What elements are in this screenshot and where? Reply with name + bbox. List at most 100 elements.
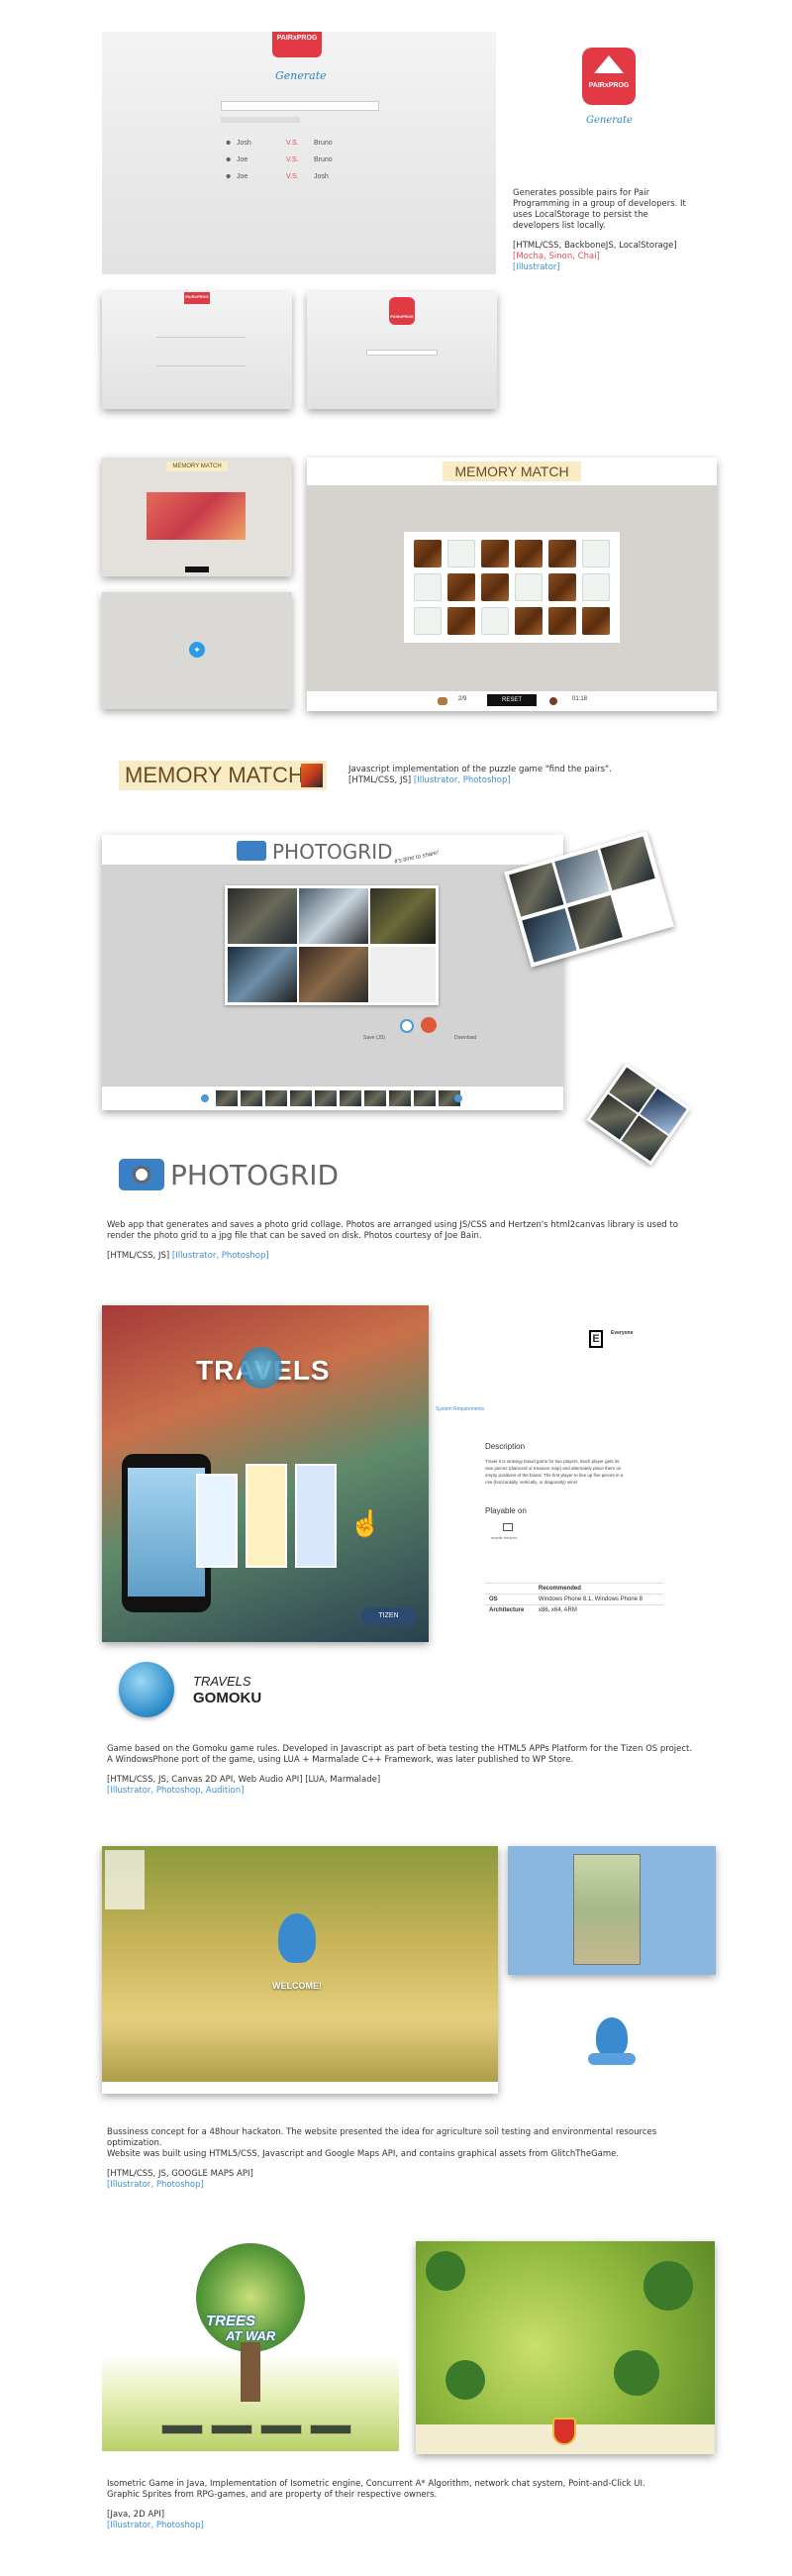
playable-heading: Playable on (485, 1506, 527, 1515)
collage-photo (600, 836, 655, 891)
memory-card[interactable] (481, 540, 509, 567)
next-arrow-icon[interactable] (454, 1094, 462, 1102)
filmstrip-thumb[interactable] (414, 1090, 436, 1106)
reset-button[interactable]: RESET (487, 694, 537, 706)
travels-app-icon (119, 1662, 174, 1717)
tree-sprite (426, 2251, 465, 2291)
travels-title-big: GOMOKU (193, 1690, 262, 1706)
tree-sprite (614, 2350, 659, 2396)
menu-button[interactable] (260, 2424, 302, 2434)
filmstrip-thumb[interactable] (389, 1090, 411, 1106)
travels-globe-icon (241, 1347, 282, 1389)
travels-description: Game based on the Gomoku game rules. Dev… (107, 1744, 693, 1796)
filmstrip-thumb[interactable] (315, 1090, 337, 1106)
pairprog-subtitle: Generate (275, 69, 327, 82)
memory-card[interactable] (582, 607, 610, 635)
memory-score: 2/9 (458, 696, 467, 702)
pairprog-tags (221, 117, 300, 123)
memory-card[interactable] (481, 607, 509, 635)
grid-photo[interactable] (228, 888, 297, 944)
memory-card[interactable] (447, 540, 475, 567)
memory-card[interactable] (548, 573, 576, 601)
menu-button[interactable] (161, 2424, 203, 2434)
memory-board (404, 532, 620, 643)
collage-photo (554, 849, 610, 904)
collage-photo (522, 908, 577, 963)
photogrid-logo-text: PHOTOGRID (170, 1159, 340, 1191)
memory-mini-button[interactable] (185, 567, 209, 572)
memory-card[interactable] (515, 540, 543, 567)
description-heading: Description (485, 1442, 526, 1451)
download-icon-button[interactable] (421, 1017, 437, 1033)
memory-card[interactable] (548, 540, 576, 567)
pair-row: ☻ Joe V.S. Bruno (225, 156, 333, 163)
memory-card[interactable] (447, 573, 475, 601)
photogrid-logo-large: PHOTOGRID (119, 1157, 346, 1192)
agro-description: Bussiness concept for a 48hour hackaton.… (107, 2127, 657, 2190)
menu-button[interactable] (310, 2424, 351, 2434)
device-label: mobile devices (491, 1535, 518, 1540)
memory-card[interactable] (515, 607, 543, 635)
treewar-title-line2: AT WAR (226, 2328, 276, 2343)
tree-trunk (241, 2342, 260, 2402)
grid-photo[interactable] (299, 947, 368, 1002)
agro-screenshot-main: WELCOME! (102, 1846, 498, 2094)
pairprog-emblem-subtitle: Generate (586, 115, 633, 126)
photogrid-filmstrip (102, 1085, 563, 1110)
memory-card[interactable] (481, 573, 509, 601)
treewar-game-screenshot (416, 2241, 715, 2454)
pairprog-screenshot-2: PAIRxPROG (102, 292, 292, 409)
timer-icon (549, 697, 557, 705)
memory-card[interactable] (414, 607, 442, 635)
filmstrip-thumb[interactable] (340, 1090, 361, 1106)
memory-card[interactable] (515, 573, 543, 601)
map-panel[interactable] (573, 1854, 641, 1965)
grid-empty-slot[interactable] (370, 947, 436, 1002)
tree-sprite (644, 2261, 693, 2311)
photogrid-download-label: Download (454, 1035, 477, 1041)
pair-row: ☻ Joe V.S. Josh (225, 173, 329, 180)
pair-row: ☻ Josh V.S. Bruno (225, 140, 333, 147)
pairprog-input-box[interactable] (221, 101, 379, 111)
agro-mascot-icon (278, 1913, 316, 1963)
memory-card[interactable] (414, 573, 442, 601)
prev-arrow-icon[interactable] (201, 1094, 209, 1102)
camera-icon (119, 1159, 164, 1190)
memory-card[interactable] (447, 607, 475, 635)
sysreq-link[interactable]: System Requirements (436, 1406, 484, 1412)
cube-icon (301, 764, 323, 787)
pairprog-screenshot-3: PAIRxPROG (307, 292, 497, 409)
tree-sprite (446, 2360, 485, 2400)
save-icon-button[interactable] (400, 1019, 414, 1033)
avatar-icon: ☻ (225, 156, 233, 163)
filmstrip-thumb[interactable] (241, 1090, 262, 1106)
pairprog-logo-badge: PAIRxPROG (272, 32, 322, 57)
memory-description: Javascript implementation of the puzzle … (348, 765, 612, 785)
grid-photo[interactable] (228, 947, 297, 1002)
phone-icon (503, 1523, 513, 1531)
filmstrip-thumb[interactable] (364, 1090, 386, 1106)
memory-mini-logo: MEMORY MATCH (166, 462, 228, 471)
filmstrip-thumb[interactable] (265, 1090, 287, 1106)
agro-sponsor-bar (102, 2082, 498, 2094)
menu-button[interactable] (211, 2424, 252, 2434)
filmstrip-thumb[interactable] (216, 1090, 238, 1106)
pairprog-mini-list (156, 337, 246, 366)
camera-icon (237, 841, 266, 861)
shield-icon[interactable] (552, 2418, 576, 2445)
memory-card[interactable] (548, 607, 576, 635)
score-icon (438, 697, 447, 705)
memory-card[interactable] (582, 573, 610, 601)
treewar-description: Isometric Game in Java, Implementation o… (107, 2479, 645, 2530)
grid-photo[interactable] (299, 888, 368, 944)
memory-logo: MEMORY MATCH (443, 462, 581, 481)
filmstrip-thumb[interactable] (290, 1090, 312, 1106)
pairprog-description: Generates possible pairs for Pair Progra… (513, 188, 686, 272)
twitter-icon[interactable]: ✦ (189, 642, 205, 658)
memory-card[interactable] (582, 540, 610, 567)
app-screen-3 (295, 1464, 337, 1568)
tizen-badge: TIZEN (361, 1607, 416, 1625)
pairprog-main-screenshot: PAIRxPROG Generate ☻ Josh V.S. Bruno ☻ J… (102, 32, 496, 274)
memory-card[interactable] (414, 540, 442, 567)
grid-photo[interactable] (370, 888, 436, 944)
